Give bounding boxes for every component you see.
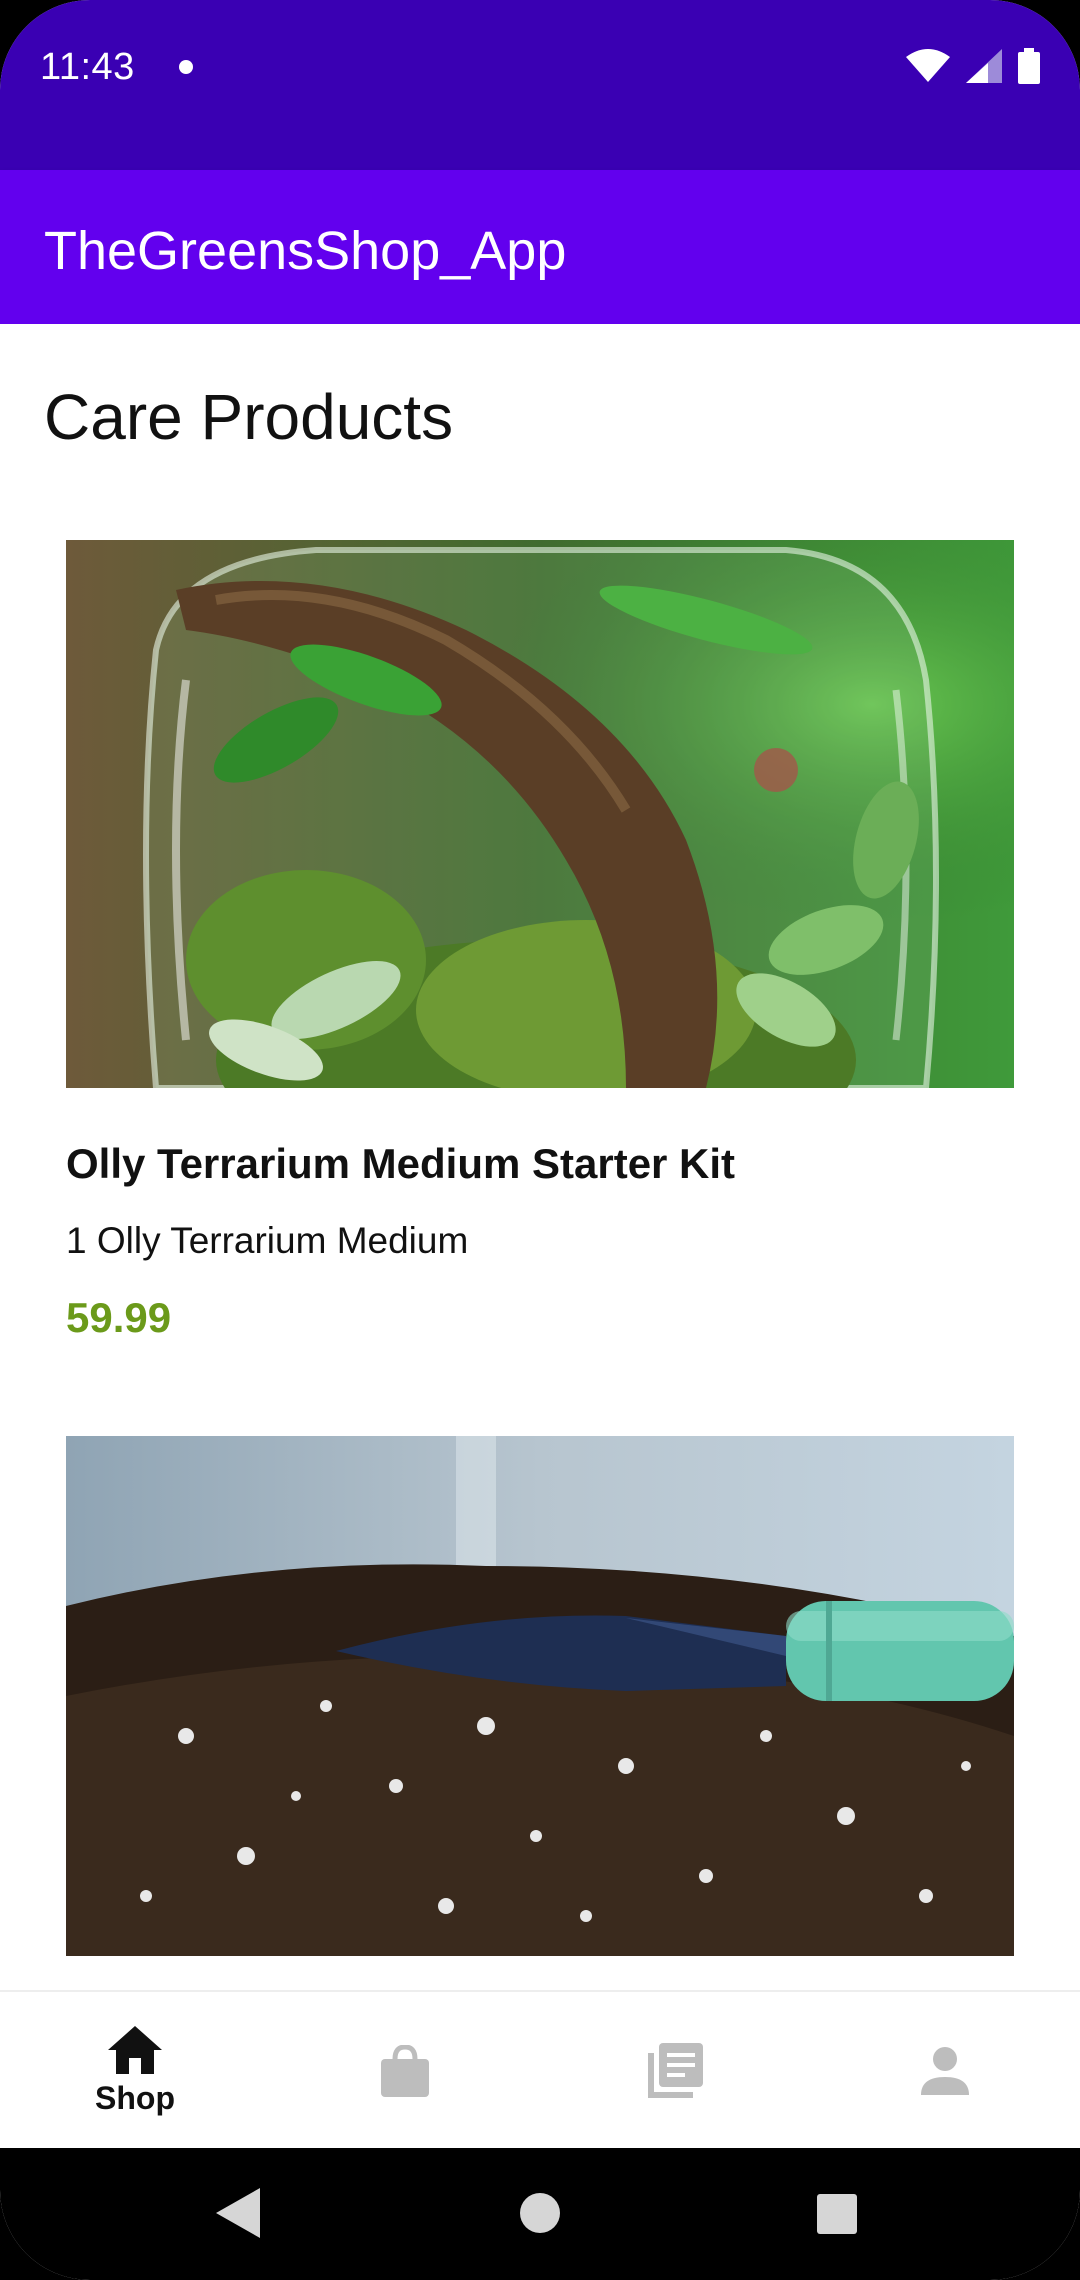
library-icon [648,2043,703,2098]
wifi-icon [906,49,950,82]
device-screen: 11:43 TheGreensShop_App Care Products Ol… [0,0,1080,2280]
app-title: TheGreensShop_App [44,221,567,281]
nav-item-profile[interactable] [810,1992,1080,2150]
shopping-bag-icon [381,2045,429,2097]
nav-item-cart[interactable] [270,1992,540,2150]
product-price: 59.99 [66,1294,172,1341]
home-icon [108,2025,162,2074]
signal-icon [966,49,1002,83]
battery-icon [1018,48,1040,84]
recents-square-icon[interactable] [817,2194,857,2234]
nav-label-shop: Shop [95,2079,175,2116]
product-image-terrarium[interactable] [66,540,1014,1088]
bottom-navigation: Shop [0,1990,1080,2150]
back-icon[interactable] [216,2188,260,2238]
app-bar: TheGreensShop_App [0,170,1080,324]
section-title: Care Products [44,381,454,453]
product-description: 1 Olly Terrarium Medium [66,1220,469,1261]
status-time: 11:43 [40,46,135,88]
product-name[interactable]: Olly Terrarium Medium Starter Kit [66,1140,735,1188]
home-circle-icon[interactable] [519,2192,561,2234]
status-icons [906,48,1040,84]
system-navigation-bar [0,2148,1080,2280]
product-list[interactable]: Care Products Olly Terrarium Medium Star… [0,324,1080,1990]
person-icon [921,2047,969,2095]
status-bar: 11:43 [0,0,1080,170]
notification-dot-icon [179,60,193,74]
product-image-soil[interactable] [66,1436,1014,1956]
nav-item-shop[interactable]: Shop [0,1992,270,2150]
nav-item-library[interactable] [540,1992,810,2150]
